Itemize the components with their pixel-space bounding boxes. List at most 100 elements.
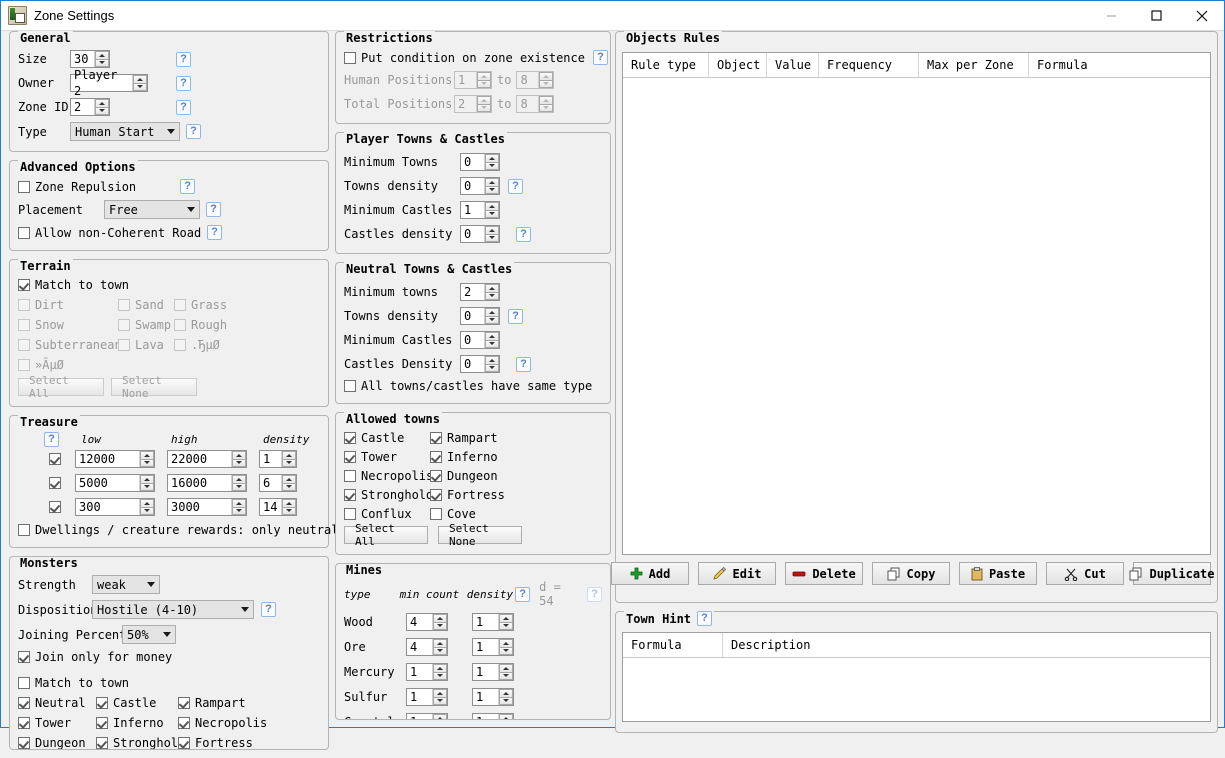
mines-density-stepper[interactable]: 1 xyxy=(472,663,514,681)
treasure-density-stepper[interactable]: 1 xyxy=(259,450,297,468)
monsters-town-fortress[interactable]: Fortress xyxy=(178,736,253,749)
mines-d-help-icon[interactable]: ? xyxy=(587,586,603,602)
treasure-density-stepper[interactable]: 6 xyxy=(259,474,297,492)
treasure-low-stepper[interactable]: 300 xyxy=(75,498,155,516)
put-condition-checkbox[interactable]: Put condition on zone existence xyxy=(344,51,585,65)
placement-help-icon[interactable]: ? xyxy=(206,202,221,217)
column-header-formula[interactable]: Formula xyxy=(623,633,723,657)
duplicate-button[interactable]: Duplicate xyxy=(1129,562,1215,585)
total-positions-from-stepper[interactable]: 2 xyxy=(454,95,492,113)
treasure-high-stepper[interactable]: 22000 xyxy=(167,450,247,468)
treasure-high-stepper[interactable]: 3000 xyxy=(167,498,247,516)
town-hint-table[interactable]: Formula Description xyxy=(622,632,1211,722)
size-stepper[interactable]: 30 xyxy=(70,50,110,68)
treasure-help-icon[interactable]: ? xyxy=(44,432,59,447)
treasure-row-checkbox[interactable] xyxy=(49,501,61,513)
copy-button[interactable]: Copy xyxy=(872,562,950,585)
add-button[interactable]: Add xyxy=(611,562,689,585)
allowed-town-necropolis[interactable]: Necropolis xyxy=(344,469,433,483)
terrain-item-sand[interactable]: Sand xyxy=(118,298,174,312)
player-min-castles-stepper[interactable]: 1 xyxy=(460,201,500,219)
neutral-castles-density-help-icon[interactable]: ? xyxy=(516,356,531,372)
strength-select[interactable]: weak xyxy=(92,575,160,594)
neutral-castles-density-stepper[interactable]: 0 xyxy=(460,355,500,373)
cut-button[interactable]: Cut xyxy=(1046,562,1124,585)
treasure-row-checkbox[interactable] xyxy=(49,453,61,465)
monsters-town-neutral[interactable]: Neutral xyxy=(18,696,96,710)
disposition-help-icon[interactable]: ? xyxy=(261,602,276,617)
placement-select[interactable]: Free xyxy=(104,200,200,219)
treasure-high-stepper[interactable]: 16000 xyxy=(167,474,247,492)
mines-min-stepper[interactable]: 1 xyxy=(406,713,448,719)
maximize-icon[interactable] xyxy=(1134,1,1179,31)
column-header-max-per-zone[interactable]: Max per Zone xyxy=(919,53,1029,77)
type-select[interactable]: Human Start xyxy=(70,122,180,141)
edit-button[interactable]: Edit xyxy=(698,562,776,585)
terrain-item-subterranean[interactable]: Subterranean xyxy=(18,338,122,352)
zone-id-help-icon[interactable]: ? xyxy=(176,99,191,115)
monsters-match-to-town-checkbox[interactable]: Match to town xyxy=(18,676,129,690)
town-hint-help-icon[interactable]: ? xyxy=(697,611,713,626)
zone-repulsion-checkbox[interactable]: Zone Repulsion xyxy=(18,180,136,194)
mines-density-stepper[interactable]: 1 xyxy=(472,713,514,719)
allowed-town-tower[interactable]: Tower xyxy=(344,450,430,464)
zone-id-stepper[interactable]: 2 xyxy=(70,98,110,116)
allowed-town-stronghold[interactable]: Stronghold xyxy=(344,488,433,502)
terrain-item-swamp[interactable]: Swamp xyxy=(118,318,174,332)
all-same-type-checkbox[interactable]: All towns/castles have same type xyxy=(344,379,592,393)
neutral-towns-density-stepper[interactable]: 0 xyxy=(460,307,500,325)
delete-button[interactable]: Delete xyxy=(785,562,863,585)
mines-density-stepper[interactable]: 1 xyxy=(472,638,514,656)
allowed-town-dungeon[interactable]: Dungeon xyxy=(430,469,498,483)
player-castles-density-stepper[interactable]: 0 xyxy=(460,225,500,243)
mines-min-stepper[interactable]: 1 xyxy=(406,688,448,706)
terrain-item-lava[interactable]: Lava xyxy=(118,338,174,352)
treasure-row-checkbox[interactable] xyxy=(49,477,61,489)
treasure-low-stepper[interactable]: 12000 xyxy=(75,450,155,468)
disposition-select[interactable]: Hostile (4-10) xyxy=(92,600,254,619)
paste-button[interactable]: Paste xyxy=(959,562,1037,585)
total-positions-to-stepper[interactable]: 8 xyxy=(516,95,555,113)
human-positions-from-stepper[interactable]: 1 xyxy=(454,71,492,89)
monsters-town-rampart[interactable]: Rampart xyxy=(178,696,246,710)
allowed-town-castle[interactable]: Castle xyxy=(344,431,430,445)
column-header-formula[interactable]: Formula xyxy=(1029,53,1109,77)
terrain-item-dirt[interactable]: Dirt xyxy=(18,298,118,312)
terrain-item-rough[interactable]: Rough xyxy=(174,318,227,332)
close-icon[interactable] xyxy=(1179,1,1224,31)
column-header-frequency[interactable]: Frequency xyxy=(819,53,919,77)
mines-min-stepper[interactable]: 4 xyxy=(406,638,448,656)
terrain-item-snow[interactable]: Snow xyxy=(18,318,118,332)
joining-percent-select[interactable]: 50% xyxy=(122,625,176,644)
player-towns-density-help-icon[interactable]: ? xyxy=(508,178,523,194)
treasure-low-stepper[interactable]: 5000 xyxy=(75,474,155,492)
terrain-select-all-button[interactable]: Select All xyxy=(18,374,104,400)
column-header-rule-type[interactable]: Rule type xyxy=(623,53,709,77)
monsters-town-stronghold[interactable]: Stronghold xyxy=(96,736,185,749)
terrain-item-10[interactable]: »ĀμØ xyxy=(18,358,64,372)
dwellings-checkbox[interactable]: Dwellings / creature rewards: only neutr… xyxy=(18,523,338,537)
zone-repulsion-help-icon[interactable]: ? xyxy=(180,179,196,194)
objects-rules-table[interactable]: Rule type Object Value Frequency Max per… xyxy=(622,52,1211,555)
monsters-town-castle[interactable]: Castle xyxy=(96,696,178,710)
terrain-select-none-button[interactable]: Select None xyxy=(111,374,197,400)
human-positions-to-stepper[interactable]: 8 xyxy=(516,71,555,89)
column-header-value[interactable]: Value xyxy=(767,53,819,77)
neutral-towns-density-help-icon[interactable]: ? xyxy=(508,308,523,324)
owner-help-icon[interactable]: ? xyxy=(176,75,191,91)
player-min-towns-stepper[interactable]: 0 xyxy=(460,153,500,171)
mines-min-stepper[interactable]: 1 xyxy=(406,663,448,681)
allowed-town-conflux[interactable]: Conflux xyxy=(344,507,430,521)
column-header-description[interactable]: Description xyxy=(723,633,883,657)
neutral-min-castles-stepper[interactable]: 0 xyxy=(460,331,500,349)
allowed-town-rampart[interactable]: Rampart xyxy=(430,431,498,445)
mines-help-icon[interactable]: ? xyxy=(515,586,531,602)
player-castles-density-help-icon[interactable]: ? xyxy=(516,226,531,242)
mines-min-stepper[interactable]: 4 xyxy=(406,613,448,631)
allowed-town-inferno[interactable]: Inferno xyxy=(430,450,498,464)
treasure-density-stepper[interactable]: 14 xyxy=(259,498,297,516)
allow-road-help-icon[interactable]: ? xyxy=(207,225,223,240)
column-header-object[interactable]: Object xyxy=(709,53,767,77)
type-help-icon[interactable]: ? xyxy=(186,124,201,139)
owner-stepper[interactable]: Player 2 xyxy=(70,68,148,98)
